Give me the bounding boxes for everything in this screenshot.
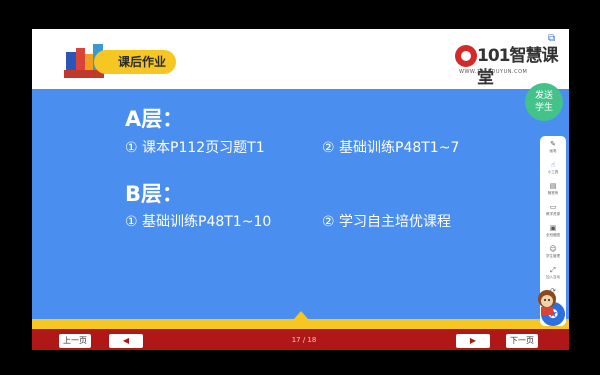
pointer-icon: ☝ xyxy=(550,161,556,169)
slide-screen: 课后作业 101智慧课堂 WWW.101EDUYUN.COM ⧉ A层： ① 课… xyxy=(32,29,569,350)
toolbar-label: 学生管理 xyxy=(546,254,560,258)
send-label-line2: 学生 xyxy=(534,103,553,113)
logo-url: WWW.101EDUYUN.COM xyxy=(459,69,528,75)
screenshot-icon: ▣ xyxy=(549,224,557,232)
pen-icon: ✎ xyxy=(550,140,556,148)
toolbar-label: 小工具 xyxy=(547,170,559,174)
slide-footer: 上一页 ◀ 17 / 18 ▶ 下一页 xyxy=(32,329,569,350)
toolbar-item-interact[interactable]: ⤢ 加入互动 xyxy=(540,266,566,286)
prev-page-button[interactable]: 上一页 xyxy=(59,334,91,348)
arrow-left-icon: ◀ xyxy=(122,336,130,345)
level-a-heading: A层： xyxy=(125,107,184,131)
toolbar-item-practice[interactable]: ▤ 随堂练 xyxy=(540,182,566,202)
mascot-icon xyxy=(538,290,556,315)
logo-mark xyxy=(455,45,477,67)
toolbar-label: 加入互动 xyxy=(546,275,560,279)
level-b-item-2: ② 学习自主培优课程 xyxy=(322,214,452,230)
expand-icon: ⤢ xyxy=(550,266,556,274)
whiteboard-icon: ▤ xyxy=(549,182,557,190)
fullscreen-icon[interactable]: ⧉ xyxy=(548,33,555,44)
progress-marker xyxy=(294,311,308,319)
next-page-button[interactable]: 下一页 xyxy=(506,334,538,348)
footer-stripe xyxy=(32,319,569,329)
level-b-item-1: ① 基础训练P48T1~10 xyxy=(125,214,272,230)
toolbar-item-resources[interactable]: ▭ 教学资源 xyxy=(540,203,566,223)
slide-content: A层： ① 课本P112页习题T1 ② 基础训练P48T1~7 B层： ① 基础… xyxy=(32,89,569,319)
toolbar-item-students[interactable]: ☺ 学生管理 xyxy=(540,245,566,265)
toolbar-label: 画笔 xyxy=(549,149,557,153)
toolbar-item-pen[interactable]: ✎ 画笔 xyxy=(540,140,566,160)
toolbar-item-tools[interactable]: ☝ 小工具 xyxy=(540,161,566,181)
screen-icon: ▭ xyxy=(549,203,557,211)
send-to-students-button[interactable]: 发送 学生 xyxy=(525,83,563,121)
logo-text: 101智慧课堂 xyxy=(477,46,559,88)
next-arrow-button[interactable]: ▶ xyxy=(456,334,490,348)
level-a-item-2: ② 基础训练P48T1~7 xyxy=(322,140,460,156)
toolbar-item-screenshot[interactable]: ▣ 全班截图 xyxy=(540,224,566,244)
prev-arrow-button[interactable]: ◀ xyxy=(109,334,143,348)
page-indicator: 17 / 18 xyxy=(291,336,317,344)
level-a-item-1: ① 课本P112页习题T1 xyxy=(125,140,265,156)
toolbar-label: 教学资源 xyxy=(546,212,560,216)
brand-logo: 101智慧课堂 WWW.101EDUYUN.COM xyxy=(455,45,563,88)
slide-header: 课后作业 101智慧课堂 WWW.101EDUYUN.COM ⧉ xyxy=(32,29,569,89)
toolbar-label: 随堂练 xyxy=(547,191,559,195)
level-b-heading: B层： xyxy=(125,182,184,206)
people-icon: ☺ xyxy=(549,245,557,253)
send-label-line1: 发送 xyxy=(534,91,553,101)
arrow-right-icon: ▶ xyxy=(469,336,477,345)
toolbar-label: 全班截图 xyxy=(546,233,560,237)
section-title: 课后作业 xyxy=(94,50,176,74)
